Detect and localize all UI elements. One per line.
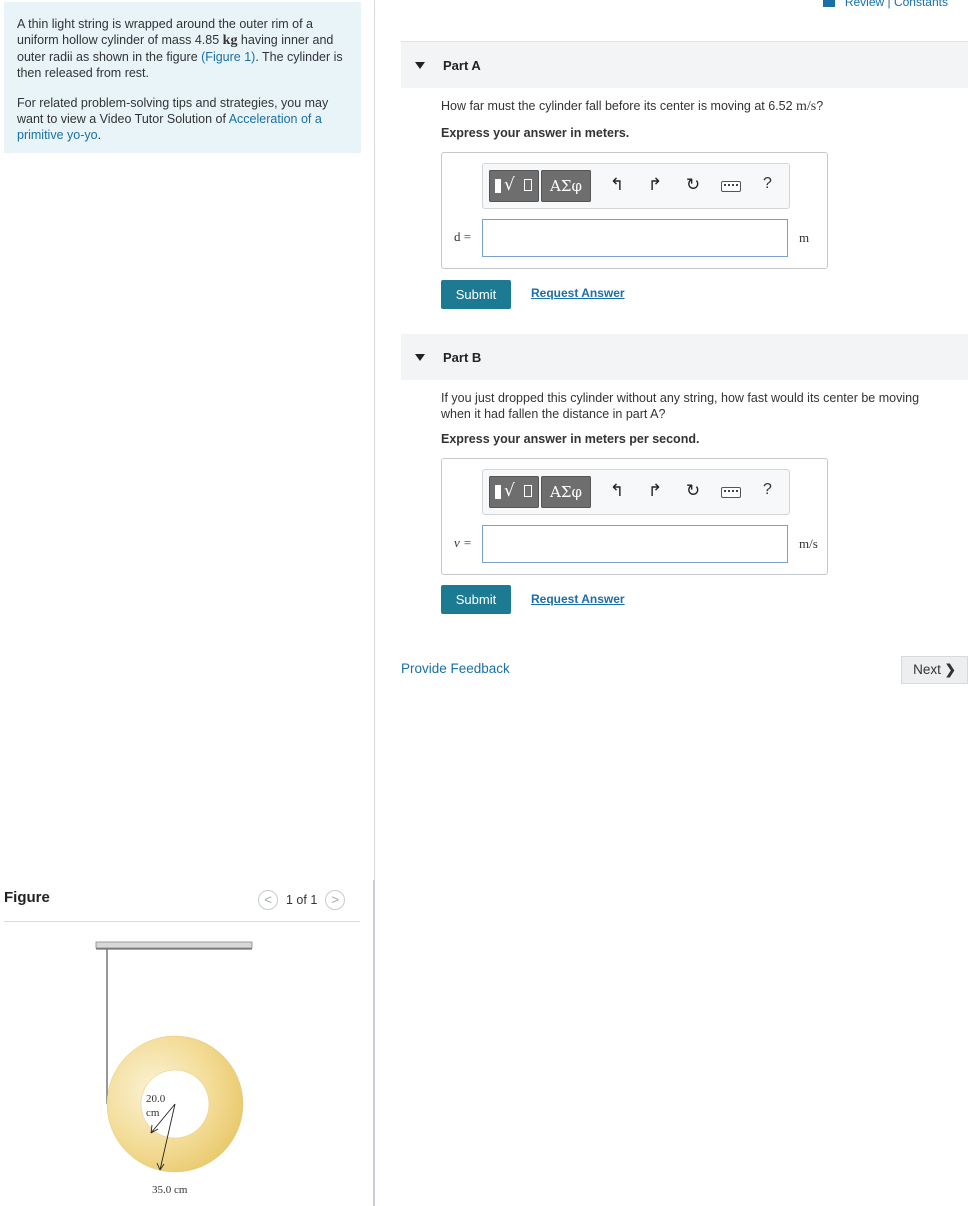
template-box-icon	[524, 485, 532, 497]
templates-button[interactable]: √	[489, 476, 539, 508]
problem-intro: A thin light string is wrapped around th…	[4, 2, 361, 153]
templates-button[interactable]: √	[489, 170, 539, 202]
part-b-instruction: Express your answer in meters per second…	[441, 432, 700, 446]
inner-radius-value: 20.0	[146, 1093, 166, 1105]
undo-icon[interactable]: ↰	[607, 175, 627, 195]
part-a-title: Part A	[443, 57, 481, 73]
unit-meters: m	[799, 230, 810, 245]
review-constants-link[interactable]: Review | Constants	[822, 0, 948, 10]
keyboard-icon[interactable]	[721, 487, 741, 498]
ceiling-bar	[95, 941, 253, 949]
help-icon[interactable]: ?	[763, 481, 772, 499]
help-icon[interactable]: ?	[763, 175, 772, 193]
figure-rule	[4, 921, 360, 922]
greek-letters-button[interactable]: ΑΣφ	[541, 476, 591, 508]
question-unit: m/s	[796, 99, 817, 114]
part-a-request-answer-link[interactable]: Request Answer	[531, 286, 625, 300]
inner-radius-unit: cm	[146, 1107, 160, 1119]
review-constants-label: Review | Constants	[844, 0, 948, 9]
undo-icon[interactable]: ↰	[607, 481, 627, 501]
variable-v-label: v =	[454, 535, 472, 550]
yo-yo-figure: 20.0 cm 35.0 cm	[95, 941, 253, 1196]
part-a-instruction: Express your answer in meters.	[441, 126, 630, 140]
template-box-icon	[524, 179, 532, 191]
figure-link[interactable]: (Figure 1)	[201, 50, 255, 64]
part-b-submit-button[interactable]: Submit	[441, 585, 511, 614]
math-toolbar: √ ΑΣφ ↰ ↱ ↻ ?	[482, 469, 790, 515]
part-b-header[interactable]: Part B	[401, 334, 968, 380]
figure-pager: < 1 of 1 >	[258, 890, 346, 910]
figure-title: Figure	[4, 889, 50, 906]
part-b-question: If you just dropped this cylinder withou…	[441, 391, 920, 421]
radical-icon: √	[504, 481, 515, 501]
greek-letters-button[interactable]: ΑΣφ	[541, 170, 591, 202]
provide-feedback-link[interactable]: Provide Feedback	[401, 661, 510, 676]
part-a-question: How far must the cylinder fall before it…	[441, 98, 951, 115]
template-square-icon	[495, 179, 501, 193]
answer-input-d[interactable]	[482, 219, 788, 257]
answer-input-v[interactable]	[482, 525, 788, 563]
collapse-triangle-icon	[415, 61, 425, 69]
problem-statement: A thin light string is wrapped around th…	[17, 16, 349, 81]
redo-icon[interactable]: ↱	[645, 175, 665, 195]
next-button[interactable]: Next ❯	[901, 656, 968, 684]
next-label: Next	[913, 662, 941, 677]
part-b-answer-box: √ ΑΣφ ↰ ↱ ↻ ? v = m/s	[441, 458, 828, 575]
chevron-right-icon: ❯	[944, 662, 956, 677]
reset-icon[interactable]: ↻	[683, 481, 703, 501]
keyboard-icon[interactable]	[721, 181, 741, 192]
tips-text: .	[97, 128, 102, 142]
math-toolbar: √ ΑΣφ ↰ ↱ ↻ ?	[482, 163, 790, 209]
question-text: ?	[816, 99, 824, 113]
reset-icon[interactable]: ↻	[683, 175, 703, 195]
part-a-header[interactable]: Part A	[401, 42, 968, 88]
part-a-answer-box: √ ΑΣφ ↰ ↱ ↻ ? d = m	[441, 152, 828, 269]
radical-icon: √	[504, 175, 515, 195]
variable-d-label: d =	[454, 229, 472, 244]
question-text: How far must the cylinder fall before it…	[441, 99, 797, 113]
mass-unit: kg	[222, 33, 238, 48]
figure-pager-label: 1 of 1	[286, 893, 318, 907]
collapse-triangle-icon	[415, 353, 425, 361]
next-figure-button[interactable]: >	[325, 890, 346, 910]
part-b-request-answer-link[interactable]: Request Answer	[531, 592, 625, 606]
redo-icon[interactable]: ↱	[645, 481, 665, 501]
previous-figure-button[interactable]: <	[258, 890, 278, 910]
column-divider-lower	[373, 880, 375, 1206]
book-icon	[822, 0, 835, 7]
part-b-title: Part B	[443, 349, 482, 365]
template-square-icon	[495, 485, 501, 499]
outer-radius-label: 35.0 cm	[152, 1184, 188, 1196]
part-a-submit-button[interactable]: Submit	[441, 280, 511, 309]
tips-paragraph: For related problem-solving tips and str…	[17, 95, 349, 143]
unit-meters-per-second: m/s	[799, 536, 818, 551]
